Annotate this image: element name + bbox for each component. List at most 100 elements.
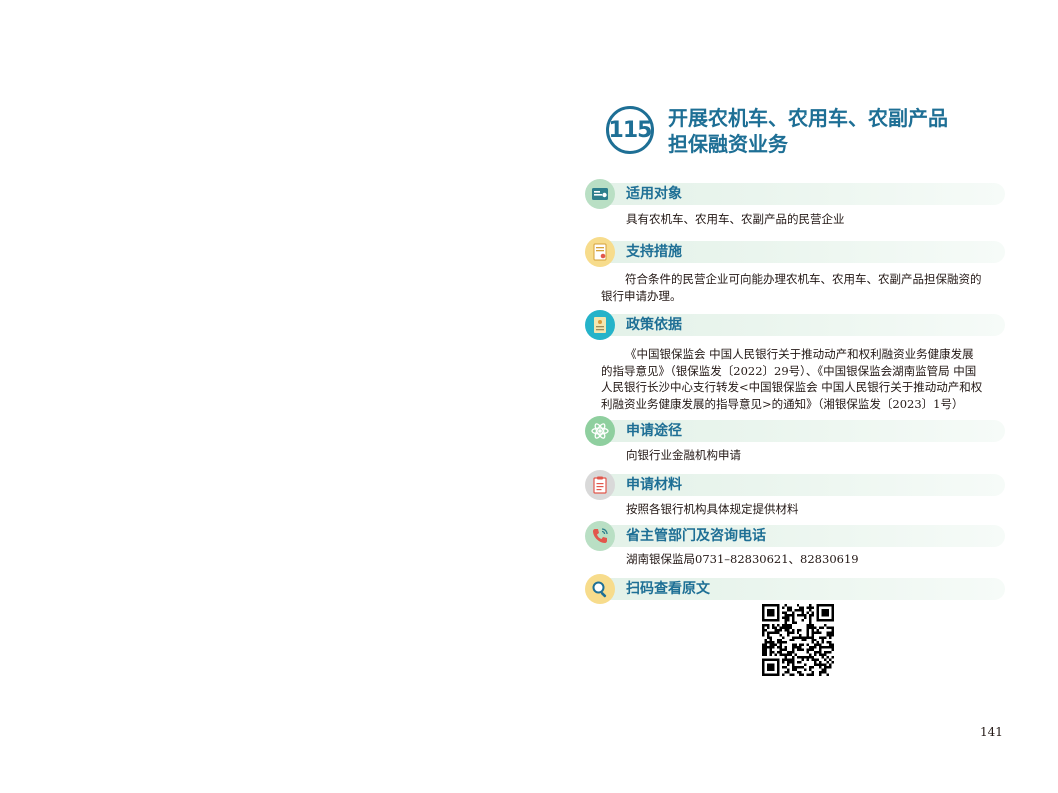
qr-module [809,653,812,657]
qr-module [766,636,770,639]
qr-module [769,641,772,644]
qr-module [786,613,790,617]
qr-module [766,633,770,637]
qr-module [784,628,787,632]
qr-module [769,651,772,654]
qr-module [829,633,832,637]
qr-module [801,643,805,647]
qr-module [794,621,797,624]
qr-module [799,656,802,659]
qr-module [799,613,802,617]
qr-module [811,666,815,669]
qr-module [799,636,802,639]
qr-module [819,636,822,639]
qr-module [764,653,767,657]
qr-module [781,641,785,644]
qr-module [791,668,795,672]
qr-module [796,636,800,639]
qr-module [831,628,834,632]
qr-module [786,668,790,672]
qr-module [824,658,827,662]
qr-module [829,626,832,629]
qr-module [784,641,787,644]
body-line: 《中国银保监会 中国人民银行关于推动动产和权利融资业务健康发展 [625,347,974,361]
qr-module [764,623,767,627]
qr-module [814,663,817,667]
qr-module [819,643,822,647]
qr-module [781,611,785,614]
qr-module [819,663,822,667]
qr-module [816,651,820,654]
qr-module [809,604,812,607]
qr-module [796,656,800,659]
qr-module [796,628,800,632]
qr-module [806,628,810,632]
qr-module [774,628,777,632]
qr-module [791,628,795,632]
qr-module [789,653,792,657]
qr-module [816,641,820,644]
qr-module [764,641,767,644]
qr-module [789,673,792,676]
qr-module [762,643,765,647]
qr-module [794,668,797,672]
qr-module [781,661,785,664]
qr-module [816,631,820,634]
qr-module [811,648,815,652]
qr-module [809,636,812,639]
qr-module [824,668,827,672]
qr-module [764,648,767,652]
qr-module [794,653,797,657]
qr-module [786,628,790,632]
qr-module [779,633,782,637]
qr-module [811,611,815,614]
section-body-contact: 湖南银保监局0731–82830621、82830619 [626,551,859,568]
qr-module [799,666,802,669]
qr-module [762,631,765,634]
qr-module [819,673,822,676]
qr-module [824,666,827,669]
qr-module [781,626,785,629]
qr-module [796,631,800,634]
qr-module [786,633,790,637]
qr-module [776,628,780,632]
qr-module [806,658,810,662]
qr-module [784,604,787,607]
qr-module [809,606,812,609]
qr-module [804,638,807,642]
qr-module [824,651,827,654]
qr-module [824,623,827,627]
qr-module [769,636,772,639]
qr-module [771,631,775,634]
qr-module [776,646,780,649]
qr-module [781,636,785,639]
qr-module [806,651,810,654]
qr-module [762,623,765,627]
section-title-policy: 政策依据 [626,317,682,333]
body-line: 湖南银保监局0731–82830621、82830619 [626,552,859,566]
qr-module [809,648,812,652]
qr-module [762,651,765,654]
qr-module [814,651,817,654]
qr-module [769,638,772,642]
qr-module [824,646,827,649]
qr-module [784,621,787,624]
qr-module [826,631,830,634]
qr-module [791,663,795,667]
qr-module [829,631,832,634]
qr-module [799,606,802,609]
qr-module [779,643,782,647]
qr-module [821,646,825,649]
qr-module [799,673,802,676]
qr-module [799,648,802,652]
qr-module [786,616,790,619]
qr-module [774,631,777,634]
qr-module [826,641,830,644]
qr-module [801,666,805,669]
qr-module [826,656,830,659]
qr-module [821,653,825,657]
qr-module [826,646,830,649]
qr-module [816,643,820,647]
qr-code [762,604,834,676]
qr-module [781,606,785,609]
